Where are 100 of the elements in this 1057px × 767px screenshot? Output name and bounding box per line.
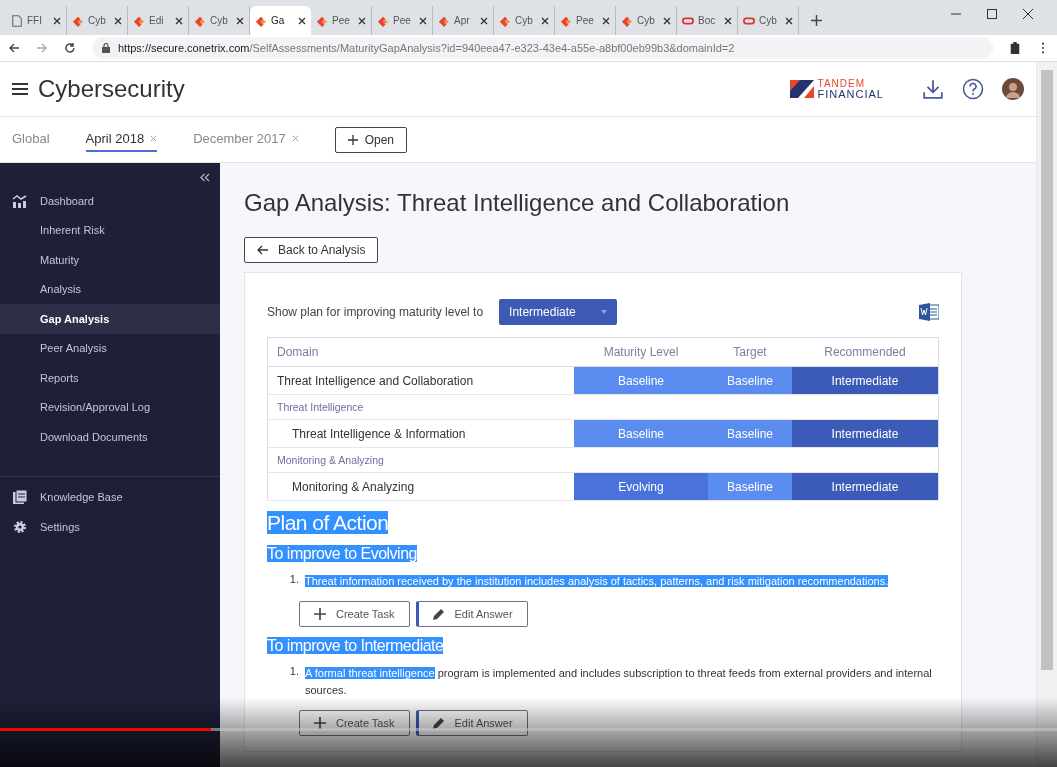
logo-text: FINANCIAL [817, 89, 884, 99]
collapse-icon[interactable] [199, 173, 210, 182]
clipboard-icon[interactable] [1009, 42, 1021, 54]
chevron-logo-icon [377, 14, 389, 27]
close-icon[interactable] [785, 16, 793, 25]
chevron-logo-icon [438, 14, 450, 27]
pencil-icon [432, 608, 445, 620]
sidebar-item[interactable]: Analysis [0, 274, 220, 304]
level-cell: Baseline [574, 419, 708, 448]
column-header: Recommended [791, 337, 939, 367]
close-icon[interactable] [358, 16, 366, 25]
create-task-button[interactable]: Create Task [299, 710, 410, 736]
word-document-icon[interactable] [919, 303, 939, 321]
domain-cell: Threat Intelligence and Collaboration [267, 366, 574, 395]
logo-text: TANDEM [817, 79, 866, 89]
section-heading: To improve to Evolving [267, 545, 417, 562]
group-label: Monitoring & Analyzing [267, 447, 939, 473]
scrollbar[interactable] [1036, 62, 1057, 767]
item-number: 1. [288, 573, 299, 587]
sidebar-item[interactable]: Maturity [0, 245, 220, 275]
column-header: Domain [267, 337, 574, 367]
close-icon[interactable] [724, 16, 732, 25]
assessment-tab[interactable]: Global [12, 127, 50, 152]
chevron-logo-icon [72, 14, 84, 27]
reload-icon[interactable] [64, 42, 76, 54]
close-icon[interactable] [663, 16, 671, 25]
assessment-tab[interactable]: December 2017 [193, 127, 299, 152]
page-icon [11, 14, 23, 27]
close-icon[interactable] [53, 16, 61, 25]
tab-title: Cyb [210, 15, 229, 26]
tab-title: Edi [149, 15, 165, 26]
maximize-icon[interactable] [987, 9, 997, 19]
back-arrow-icon [257, 245, 269, 255]
download-icon[interactable] [922, 78, 944, 100]
app-title: Cybersecurity [38, 75, 185, 103]
level-cell: Intermediate [791, 366, 939, 395]
sidebar-item[interactable]: Revision/Approval Log [0, 392, 220, 422]
open-button[interactable]: Open [334, 126, 407, 153]
close-icon[interactable] [602, 16, 610, 25]
sidebar-item[interactable]: Knowledge Base [0, 482, 220, 512]
tab-title: Boc [698, 15, 717, 26]
item-number: 1. [288, 665, 299, 679]
level-cell: Intermediate [791, 419, 939, 448]
url-text: https://secure.conetrix.com/SelfAssessments/MaturityGapAnalysis?id=940eea47-e323-43e4-a55e-a8bf00eb99b3&domainId=2 [118, 42, 735, 54]
chevron-logo-icon [133, 14, 145, 27]
domain-cell: Threat Intelligence & Information [267, 419, 574, 448]
caret-icon [601, 310, 608, 314]
lock-icon [102, 43, 110, 53]
level-cell: Intermediate [791, 472, 939, 501]
logo-icon [789, 80, 814, 98]
tab-title: Cyb [515, 15, 534, 26]
new-tab-icon[interactable] [811, 15, 822, 26]
tab-title: Pee [576, 15, 595, 26]
book-icon [12, 490, 28, 505]
tab-title: Cyb [637, 15, 656, 26]
chevron-logo-icon [621, 14, 633, 27]
tab-title: Ga [271, 15, 286, 26]
chevron-logo-icon [499, 14, 511, 27]
avatar[interactable] [1002, 78, 1024, 100]
chart-icon [12, 193, 28, 208]
level-cell: Baseline [708, 419, 792, 448]
level-cell: Evolving [574, 472, 708, 501]
back-arrow-icon[interactable] [8, 42, 20, 54]
sidebar-item[interactable]: Download Documents [0, 422, 220, 452]
close-icon[interactable] [114, 16, 122, 25]
tab-title: Apr [454, 15, 471, 26]
close-icon[interactable] [1023, 9, 1033, 19]
sidebar-item[interactable]: Peer Analysis [0, 333, 220, 363]
plan-label: Show plan for improving maturity level to [267, 305, 484, 319]
plus-icon [314, 717, 326, 729]
close-icon[interactable] [175, 16, 183, 25]
back-button[interactable]: Back to Analysis [244, 237, 379, 263]
address-field[interactable]: https://secure.conetrix.com/SelfAssessments/MaturityGapAnalysis?id=940eea47-e323-43e4-a55e-a8bf00eb99b3&domainId=2 [92, 37, 993, 59]
section-heading: To improve to Intermediate [267, 637, 444, 654]
tab-title: FFI [27, 15, 43, 26]
menu-icon[interactable] [12, 83, 28, 95]
sidebar-item[interactable]: Gap Analysis [0, 304, 220, 334]
sidebar-item[interactable]: Reports [0, 363, 220, 393]
tab-label: April 2018 [85, 131, 145, 146]
close-icon[interactable] [541, 16, 549, 25]
create-task-button[interactable]: Create Task [299, 601, 410, 627]
edit-answer-button[interactable]: Edit Answer [415, 710, 528, 736]
assessment-tab[interactable]: April 2018 [85, 127, 158, 152]
sidebar-item[interactable]: Inherent Risk [0, 215, 220, 245]
sidebar-item[interactable]: Dashboard [0, 186, 220, 216]
edit-answer-button[interactable]: Edit Answer [415, 601, 528, 627]
tab-label: December 2017 [193, 131, 286, 146]
settings-icon [12, 519, 28, 534]
level-dropdown[interactable]: Intermediate [499, 299, 618, 325]
browser-tab[interactable]: Ga [250, 6, 311, 35]
domain-cell: Monitoring & Analyzing [267, 472, 574, 501]
close-icon[interactable] [298, 16, 306, 25]
level-cell: Baseline [708, 366, 792, 395]
close-icon[interactable] [419, 16, 427, 25]
help-icon[interactable] [962, 78, 984, 100]
close-icon[interactable] [236, 16, 244, 25]
plus-icon [314, 608, 326, 620]
column-header: Maturity Level [574, 337, 708, 367]
close-icon[interactable] [480, 16, 488, 25]
sidebar-item[interactable]: Settings [0, 512, 220, 542]
